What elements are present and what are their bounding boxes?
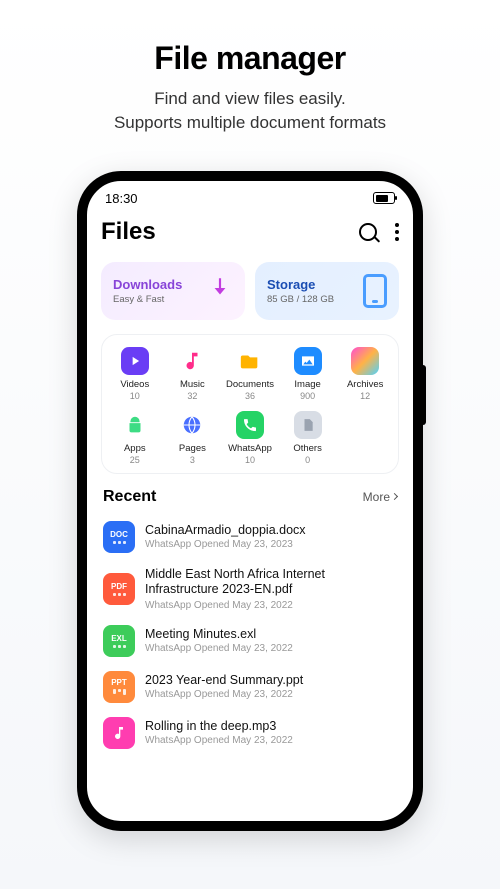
more-icon[interactable]	[395, 223, 399, 241]
file-name: Middle East North Africa Internet Infras…	[145, 567, 397, 598]
document-icon	[236, 347, 264, 375]
category-documents[interactable]: Documents 36	[221, 347, 279, 401]
file-name: Rolling in the deep.mp3	[145, 719, 397, 733]
recent-title: Recent	[103, 488, 156, 506]
tablet-icon	[363, 274, 387, 308]
image-icon	[294, 347, 322, 375]
chevron-right-icon	[391, 493, 398, 500]
whatsapp-icon	[236, 411, 264, 439]
category-apps[interactable]: Apps 25	[106, 411, 164, 465]
pdf-icon: PDF	[103, 573, 135, 605]
music-icon	[178, 347, 206, 375]
file-name: Meeting Minutes.exl	[145, 627, 397, 641]
category-pages[interactable]: Pages 3	[164, 411, 222, 465]
recent-file-row[interactable]: EXL Meeting Minutes.exl WhatsApp Opened …	[101, 618, 399, 664]
video-icon	[121, 347, 149, 375]
file-meta: WhatsApp Opened May 23, 2022	[145, 600, 397, 611]
status-time: 18:30	[105, 191, 138, 206]
phone-frame: 18:30 Files Downloads Easy & Fast	[77, 171, 423, 831]
category-image[interactable]: Image 900	[279, 347, 337, 401]
category-music[interactable]: Music 32	[164, 347, 222, 401]
category-others[interactable]: Others 0	[279, 411, 337, 465]
battery-icon	[373, 192, 395, 204]
music-file-icon	[103, 717, 135, 749]
file-meta: WhatsApp Opened May 23, 2022	[145, 735, 397, 746]
globe-icon	[178, 411, 206, 439]
more-button[interactable]: More	[363, 490, 397, 504]
recent-file-row[interactable]: PPT 2023 Year-end Summary.ppt WhatsApp O…	[101, 664, 399, 710]
card-downloads[interactable]: Downloads Easy & Fast	[101, 262, 245, 320]
card-storage[interactable]: Storage 85 GB / 128 GB	[255, 262, 399, 320]
storage-subtitle: 85 GB / 128 GB	[267, 294, 334, 305]
category-archives[interactable]: Archives 12	[336, 347, 394, 401]
status-bar: 18:30	[101, 191, 399, 206]
categories-panel: Videos 10 Music 32 Documents 36	[101, 334, 399, 474]
exl-icon: EXL	[103, 625, 135, 657]
downloads-subtitle: Easy & Fast	[113, 294, 182, 305]
category-videos[interactable]: Videos 10	[106, 347, 164, 401]
recent-section: Recent More DOC CabinaArmadio_doppia.doc…	[101, 488, 399, 821]
file-meta: WhatsApp Opened May 23, 2022	[145, 643, 397, 654]
page-title: Files	[101, 218, 156, 246]
android-icon	[121, 411, 149, 439]
category-whatsapp[interactable]: WhatsApp 10	[221, 411, 279, 465]
doc-icon: DOC	[103, 521, 135, 553]
recent-file-row[interactable]: Rolling in the deep.mp3 WhatsApp Opened …	[101, 710, 399, 756]
file-name: 2023 Year-end Summary.ppt	[145, 673, 397, 687]
hero-title: File manager	[114, 40, 386, 77]
download-arrow-icon	[207, 275, 233, 306]
file-meta: WhatsApp Opened May 23, 2023	[145, 539, 397, 550]
file-icon	[294, 411, 322, 439]
hero-subtitle: Find and view files easily. Supports mul…	[114, 87, 386, 135]
app-header: Files	[101, 218, 399, 246]
file-meta: WhatsApp Opened May 23, 2022	[145, 689, 397, 700]
search-icon[interactable]	[359, 223, 377, 241]
downloads-title: Downloads	[113, 277, 182, 292]
file-name: CabinaArmadio_doppia.docx	[145, 523, 397, 537]
recent-file-row[interactable]: DOC CabinaArmadio_doppia.docx WhatsApp O…	[101, 514, 399, 560]
recent-file-row[interactable]: PDF Middle East North Africa Internet In…	[101, 560, 399, 618]
hero: File manager Find and view files easily.…	[114, 0, 386, 135]
archive-icon	[351, 347, 379, 375]
ppt-icon: PPT	[103, 671, 135, 703]
storage-title: Storage	[267, 277, 334, 292]
